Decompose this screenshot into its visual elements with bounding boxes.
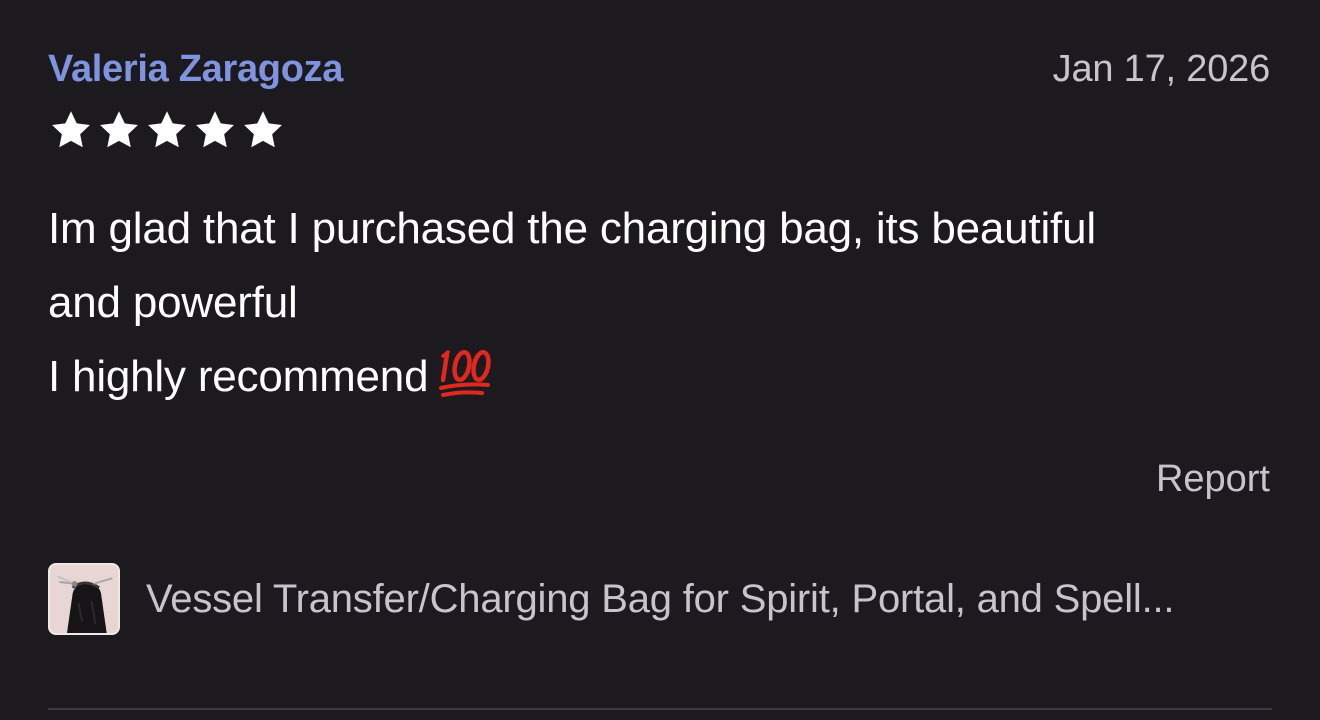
- product-link[interactable]: Vessel Transfer/Charging Bag for Spirit,…: [48, 560, 1278, 638]
- star-icon: [96, 108, 142, 152]
- review-body-line: I highly recommend: [48, 340, 1278, 414]
- divider: [48, 708, 1272, 710]
- product-thumbnail[interactable]: [48, 563, 120, 635]
- review-date: Jan 17, 2026: [1052, 48, 1271, 90]
- review-body-line: Im glad that I purchased the charging ba…: [48, 204, 1096, 253]
- star-icon: [192, 108, 238, 152]
- star-icon: [144, 108, 190, 152]
- review-body: Im glad that I purchased the charging ba…: [48, 192, 1278, 414]
- review-body-line: and powerful: [48, 278, 298, 327]
- review-card: Valeria Zaragoza Jan 17, 2026 Im glad th…: [0, 0, 1320, 720]
- star-icon: [48, 108, 94, 152]
- hundred-points-icon: [438, 346, 496, 400]
- star-rating: [48, 108, 286, 152]
- reviewer-name[interactable]: Valeria Zaragoza: [48, 44, 343, 94]
- review-body-line-text: I highly recommend: [48, 352, 429, 401]
- report-link[interactable]: Report: [1156, 454, 1270, 504]
- star-icon: [240, 108, 286, 152]
- product-title[interactable]: Vessel Transfer/Charging Bag for Spirit,…: [146, 574, 1174, 624]
